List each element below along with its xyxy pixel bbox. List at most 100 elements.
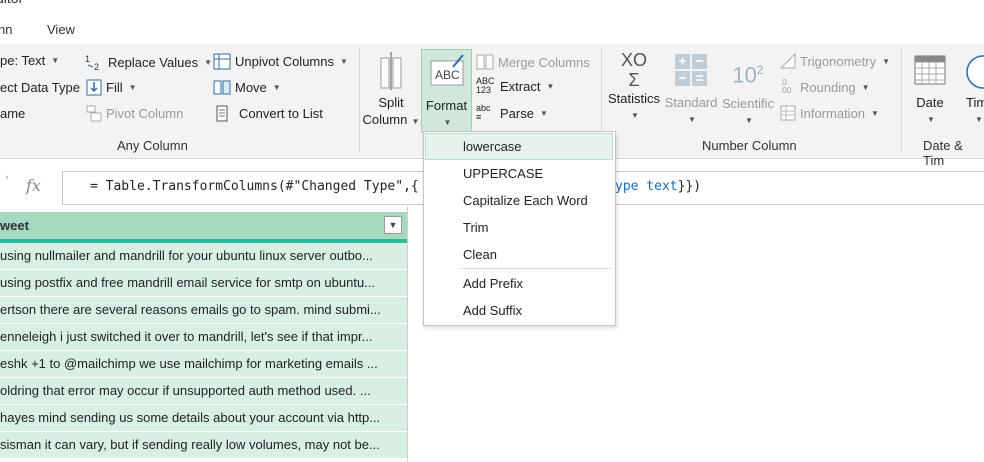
data-rows: using nullmailer and mandrill for your u… — [0, 243, 407, 459]
menu-item-uppercase[interactable]: UPPERCASE — [426, 161, 612, 186]
parse-label: Parse — [500, 105, 534, 121]
format-text-icon: ABC — [430, 54, 464, 86]
unpivot-columns-icon — [213, 53, 231, 70]
svg-text:2: 2 — [94, 62, 99, 71]
data-type-dropdown[interactable]: pe: Text ▼ — [0, 53, 59, 68]
group-divider — [901, 48, 902, 152]
information-button[interactable]: Information ▼ — [780, 105, 879, 121]
table-cell: using postfix and free mandrill email se… — [0, 275, 376, 290]
date-time-group-label: Date & Tim — [923, 138, 963, 168]
merge-columns-icon — [476, 54, 494, 70]
chevron-down-icon: ▼ — [443, 118, 452, 127]
replace-values-button[interactable]: 1 2 Replace Values ▼ — [84, 53, 212, 71]
pivot-column-button[interactable]: Pivot Column — [86, 105, 183, 122]
data-type-label: pe: Text — [0, 53, 46, 68]
chevron-down-icon: ▼ — [745, 116, 753, 126]
rounding-icon: .0.00 — [780, 78, 792, 95]
parse-icon: abc ≡ — [476, 103, 491, 122]
move-button[interactable]: Move ▼ — [213, 79, 281, 96]
table-row[interactable]: hayes mind sending us some details about… — [0, 405, 407, 432]
menu-item-clean[interactable]: Clean — [426, 242, 612, 267]
tab-view[interactable]: View — [47, 22, 75, 37]
merge-columns-button[interactable]: Merge Columns — [476, 53, 590, 71]
table-cell: ertson there are several reasons emails … — [0, 302, 381, 317]
table-right-border — [407, 206, 408, 462]
rename-button[interactable]: ame — [0, 106, 25, 121]
chevron-down-icon: ▼ — [861, 82, 870, 92]
table-row[interactable]: eshk +1 to @mailchimp we use mailchimp f… — [0, 351, 407, 378]
menu-item-capitalize-each-word[interactable]: Capitalize Each Word — [426, 188, 612, 213]
unpivot-columns-button[interactable]: Unpivot Columns ▼ — [213, 53, 348, 70]
chevron-down-icon: ▼ — [975, 115, 983, 124]
extract-button[interactable]: ABC 123 Extract ▼ — [476, 77, 554, 95]
split-column-label-1: Split — [378, 95, 404, 110]
convert-to-list-button[interactable]: Convert to List — [215, 105, 323, 122]
rounding-button[interactable]: .0.00 Rounding ▼ — [780, 79, 870, 95]
convert-to-list-icon — [216, 105, 228, 122]
formula-text: = Table.TransformColumns(#"Changed Type"… — [90, 179, 419, 194]
split-column-icon — [380, 52, 402, 90]
unpivot-columns-label: Unpivot Columns — [235, 54, 334, 69]
clock-icon — [966, 55, 984, 89]
table-row[interactable]: using postfix and free mandrill email se… — [0, 270, 407, 297]
extract-icon: ABC 123 — [476, 76, 495, 95]
time-label: Tim — [966, 95, 984, 110]
column-header-tweet[interactable]: weet ▼ — [0, 212, 407, 243]
fill-down-icon — [86, 79, 102, 96]
standard-label: Standard — [664, 95, 718, 110]
menu-item-lowercase[interactable]: lowercase — [425, 133, 613, 160]
column-filter-dropdown-icon[interactable]: ▼ — [384, 216, 402, 234]
pivot-column-label: Pivot Column — [106, 106, 184, 121]
scientific-icon: 102 — [732, 62, 764, 88]
format-dropdown-menu: lowercase UPPERCASE Capitalize Each Word… — [423, 131, 616, 326]
scientific-button[interactable]: 102 Scientific ▼ — [720, 50, 776, 129]
information-icon — [780, 105, 796, 121]
chevron-down-icon: ▼ — [204, 57, 213, 67]
time-button[interactable]: Tim ▼ — [958, 50, 984, 128]
chevron-down-icon: ▼ — [631, 111, 639, 120]
split-column-label-2: Column — [362, 112, 408, 127]
statistics-button[interactable]: XO Σ Statistics ▼ — [606, 50, 662, 124]
window-title: ditor — [0, 0, 23, 6]
parse-button[interactable]: abc ≡ Parse ▼ — [476, 104, 548, 122]
replace-values-label: Replace Values — [108, 54, 199, 70]
merge-columns-label: Merge Columns — [498, 54, 590, 70]
table-cell: hayes mind sending us some details about… — [0, 410, 381, 425]
menu-item-trim[interactable]: Trim — [426, 215, 612, 240]
table-row[interactable]: enneleigh i just switched it over to man… — [0, 324, 407, 351]
menu-item-add-prefix[interactable]: Add Prefix — [426, 271, 612, 296]
scientific-label: Scientific — [721, 96, 775, 112]
table-cell: using nullmailer and mandrill for your u… — [0, 248, 373, 263]
menu-item-add-suffix[interactable]: Add Suffix — [426, 298, 612, 323]
standard-operations-icon — [675, 54, 707, 86]
chevron-down-icon: ▼ — [539, 108, 548, 118]
date-button[interactable]: Date ▼ — [906, 50, 954, 128]
svg-text:ABC: ABC — [435, 68, 460, 82]
chevron-down-icon: ▼ — [927, 115, 935, 124]
table-row[interactable]: ertson there are several reasons emails … — [0, 297, 407, 324]
formula-bar-cancel-icon[interactable]: ʼ — [5, 173, 9, 194]
detect-data-type-button[interactable]: ect Data Type — [0, 80, 80, 95]
information-label: Information — [800, 105, 866, 121]
fill-button[interactable]: Fill ▼ — [86, 79, 137, 96]
chevron-down-icon: ▼ — [272, 83, 281, 92]
format-button[interactable]: ABC Format ▼ — [421, 49, 472, 133]
detect-data-type-label: ect Data Type — [0, 80, 80, 95]
trigonometry-icon — [780, 53, 796, 69]
split-column-button[interactable]: Split Column ▼ — [362, 50, 420, 130]
menu-separator — [461, 268, 611, 269]
trigonometry-button[interactable]: Trigonometry ▼ — [780, 53, 890, 69]
table-row[interactable]: using nullmailer and mandrill for your u… — [0, 243, 407, 270]
date-label: Date — [916, 95, 944, 110]
chevron-down-icon: ▼ — [688, 115, 696, 124]
rounding-label: Rounding — [800, 79, 856, 95]
fx-icon[interactable]: fx — [26, 176, 41, 195]
replace-values-icon: 1 2 — [85, 54, 99, 71]
standard-button[interactable]: Standard ▼ — [662, 50, 720, 128]
convert-to-list-label: Convert to List — [239, 106, 323, 121]
tab-column[interactable]: nn — [0, 22, 12, 37]
table-cell: oldring that error may occur if unsuppor… — [0, 383, 371, 398]
table-row[interactable]: oldring that error may occur if unsuppor… — [0, 378, 407, 405]
table-row[interactable]: sisman it can vary, but if sending reall… — [0, 432, 407, 459]
rename-label: ame — [0, 106, 26, 121]
